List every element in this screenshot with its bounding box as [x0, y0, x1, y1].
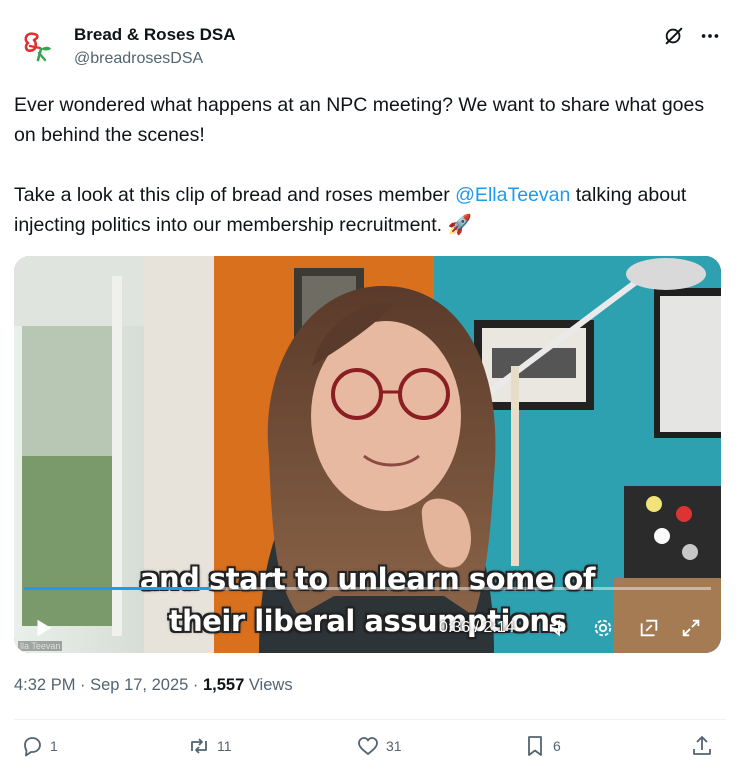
- like-button[interactable]: 31: [356, 734, 402, 758]
- tweet-text: Ever wondered what happens at an NPC mee…: [14, 90, 714, 240]
- author-name[interactable]: Bread & Roses DSA: [74, 25, 236, 45]
- avatar[interactable]: [14, 24, 62, 72]
- reply-button[interactable]: 1: [20, 734, 58, 758]
- video-watermark: lla Teevan: [18, 641, 63, 651]
- repost-count: 11: [217, 738, 232, 754]
- bookmark-icon: [528, 736, 542, 756]
- rose-logo-icon: [24, 32, 51, 62]
- author-handle[interactable]: @breadrosesDSA: [74, 50, 203, 68]
- video-caption-line-1: and start to unlearn some of: [139, 562, 596, 596]
- like-count: 31: [386, 738, 402, 754]
- picture-in-picture-icon[interactable]: [634, 613, 664, 643]
- bookmark-button[interactable]: 6: [523, 734, 561, 758]
- meta-separator-2: ·: [188, 676, 203, 694]
- tweet-paragraph-2: Take a look at this clip of bread and ro…: [14, 180, 714, 240]
- bookmark-count: 6: [553, 738, 561, 754]
- divider: [14, 719, 726, 720]
- action-bar: 1 11 31 6: [14, 734, 726, 764]
- tweet-time[interactable]: 4:32 PM: [14, 676, 75, 694]
- share-icon: [693, 736, 711, 755]
- repost-icon: [191, 738, 207, 754]
- settings-icon[interactable]: [588, 613, 618, 643]
- volume-icon[interactable]: [544, 613, 574, 643]
- views-label: Views: [244, 676, 293, 694]
- views-count: 1,557: [202, 676, 245, 694]
- mention-link[interactable]: @EllaTeevan: [455, 184, 570, 206]
- share-button[interactable]: [690, 734, 714, 758]
- video-player[interactable]: and start to unlearn some of their liber…: [14, 256, 721, 653]
- video-controls: 0:36 / 2:14: [14, 613, 721, 643]
- video-progress-fill: [24, 587, 210, 590]
- repost-button[interactable]: 11: [187, 734, 232, 758]
- more-icon[interactable]: [698, 24, 722, 48]
- video-progress-bar[interactable]: [24, 587, 711, 590]
- grok-icon[interactable]: [662, 24, 686, 48]
- tweet-meta: 4:32 PM · Sep 17, 2025 · 1,557 Views: [14, 676, 293, 695]
- video-time: 0:36 / 2:14: [439, 619, 515, 636]
- meta-separator: ·: [75, 676, 91, 694]
- tweet-paragraph-1: Ever wondered what happens at an NPC mee…: [14, 94, 705, 146]
- fullscreen-icon[interactable]: [676, 613, 706, 643]
- tweet-date[interactable]: Sep 17, 2025: [90, 676, 188, 694]
- reply-count: 1: [50, 738, 58, 754]
- tweet-header: Bread & Roses DSA @breadrosesDSA: [14, 18, 726, 74]
- tweet-text-prefix: Take a look at this clip of bread and ro…: [14, 184, 456, 206]
- rocket-emoji: 🚀: [447, 214, 472, 236]
- play-icon[interactable]: [28, 613, 58, 643]
- reply-icon: [24, 737, 41, 757]
- heart-icon: [358, 737, 378, 755]
